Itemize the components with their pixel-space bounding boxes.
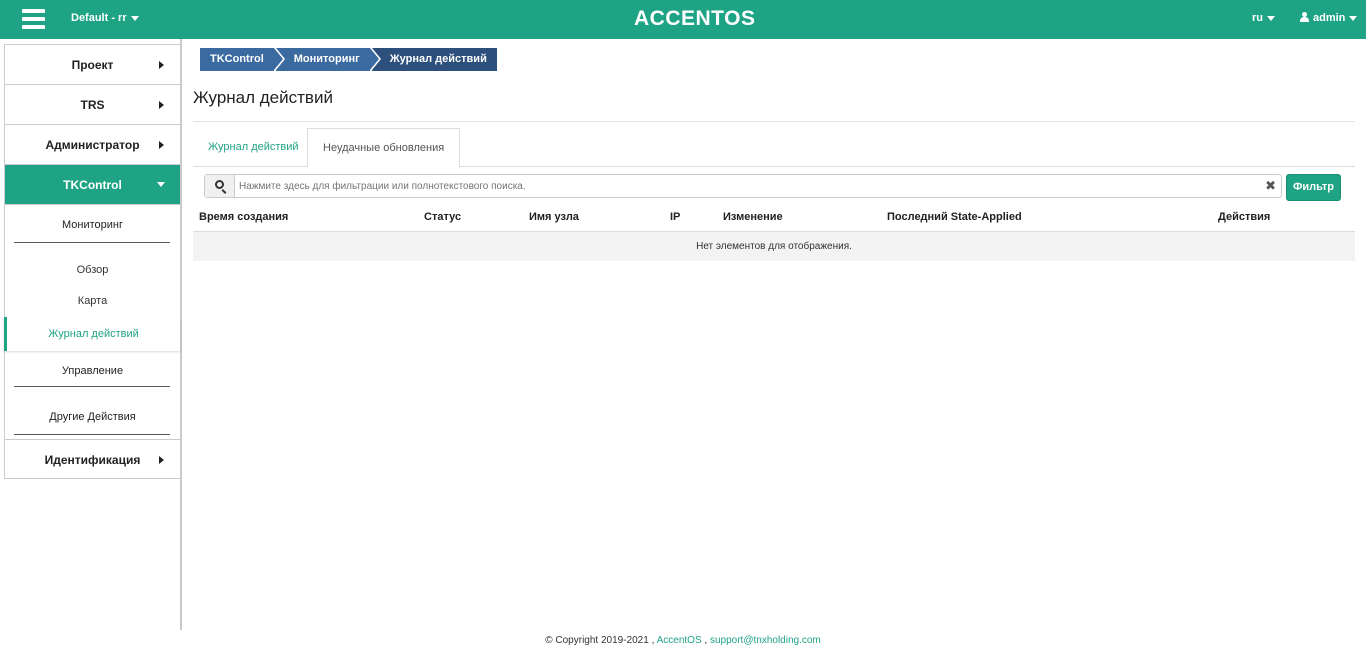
sidebar-group-management[interactable]: Управление bbox=[5, 351, 180, 389]
column-header-node-name[interactable]: Имя узла bbox=[529, 211, 579, 223]
sidebar-item-project[interactable]: Проект bbox=[5, 45, 180, 85]
sidebar-link-map[interactable]: Карта bbox=[5, 286, 180, 317]
footer-copyright: © Copyright 2019-2021 , bbox=[545, 635, 655, 646]
footer-brand-link[interactable]: AccentOS bbox=[657, 635, 702, 646]
logo: ACCENTOS bbox=[634, 7, 756, 30]
sidebar-link-action-log[interactable]: Журнал действий bbox=[4, 317, 180, 351]
search-bar: ✖ bbox=[204, 174, 1282, 198]
breadcrumb-arrow bbox=[369, 48, 379, 70]
top-navbar: Default - rr ACCENTOS ru admin bbox=[0, 0, 1366, 39]
column-header-created[interactable]: Время создания bbox=[199, 211, 288, 223]
breadcrumb-item-monitoring[interactable]: Мониторинг bbox=[275, 48, 381, 71]
breadcrumb-arrow bbox=[273, 48, 283, 70]
sidebar-item-tkcontrol[interactable]: TKControl bbox=[5, 165, 180, 205]
clear-icon[interactable]: ✖ bbox=[1265, 178, 1276, 194]
tab-failed-updates[interactable]: Неудачные обновления bbox=[307, 128, 461, 168]
chevron-right-icon bbox=[159, 61, 164, 69]
project-selector-label: Default - rr bbox=[71, 12, 127, 24]
sidebar-link-overview[interactable]: Обзор bbox=[5, 255, 180, 286]
table-empty-message: Нет элементов для отображения. bbox=[193, 232, 1355, 261]
chevron-right-icon bbox=[159, 141, 164, 149]
group-underline bbox=[14, 386, 170, 387]
sidebar-group-monitoring[interactable]: Мониторинг bbox=[5, 205, 180, 247]
sidebar-item-label: Идентификация bbox=[44, 453, 141, 467]
tab-action-log[interactable]: Журнал действий bbox=[193, 128, 314, 167]
language-selector[interactable]: ru bbox=[1252, 12, 1275, 24]
chevron-right-icon bbox=[159, 101, 164, 109]
breadcrumb-label: Журнал действий bbox=[389, 53, 487, 65]
sidebar-item-admin[interactable]: Администратор bbox=[5, 125, 180, 165]
group-underline bbox=[14, 242, 170, 243]
user-name: admin bbox=[1313, 12, 1346, 24]
sidebar-group-other[interactable]: Другие Действия bbox=[5, 389, 180, 439]
breadcrumb-item-current: Журнал действий bbox=[371, 48, 497, 71]
breadcrumb-label: TKControl bbox=[210, 53, 264, 65]
user-icon bbox=[1300, 12, 1309, 22]
sidebar-group-label: Управление bbox=[61, 365, 124, 377]
column-header-change[interactable]: Изменение bbox=[723, 211, 783, 223]
filter-button[interactable]: Фильтр bbox=[1286, 174, 1341, 201]
caret-down-icon bbox=[1267, 15, 1275, 21]
search-input[interactable] bbox=[239, 177, 1259, 195]
search-icon bbox=[215, 180, 224, 189]
language-label: ru bbox=[1252, 12, 1263, 24]
breadcrumb: TKControl Мониторинг Журнал действий bbox=[200, 48, 499, 71]
sidebar: Проект TRS Администратор TKControl Монит… bbox=[4, 44, 181, 479]
sidebar-group-label: Другие Действия bbox=[49, 411, 136, 423]
sidebar-item-trs[interactable]: TRS bbox=[5, 85, 180, 125]
sidebar-item-label: Проект bbox=[71, 58, 114, 72]
sidebar-group-label: Мониторинг bbox=[61, 219, 123, 231]
sidebar-item-label: TRS bbox=[80, 98, 105, 112]
chevron-down-icon bbox=[157, 182, 165, 187]
column-header-status[interactable]: Статус bbox=[424, 211, 461, 223]
column-header-actions: Действия bbox=[1218, 211, 1271, 223]
sidebar-item-identity[interactable]: Идентификация bbox=[5, 439, 180, 479]
hamburger-menu-icon[interactable] bbox=[22, 9, 45, 29]
project-selector[interactable]: Default - rr bbox=[71, 12, 139, 24]
table-header: Время создания Статус Имя узла IP Измене… bbox=[193, 203, 1355, 232]
sidebar-item-label: Администратор bbox=[45, 138, 140, 152]
search-button[interactable] bbox=[205, 175, 235, 197]
footer-email-link[interactable]: support@tnxholding.com bbox=[710, 635, 821, 646]
footer: © Copyright 2019-2021 , AccentOS , suppo… bbox=[0, 635, 1366, 646]
footer-separator: , bbox=[704, 635, 708, 646]
page-title: Журнал действий bbox=[193, 88, 333, 107]
caret-down-icon bbox=[1349, 15, 1358, 21]
title-divider bbox=[193, 121, 1355, 122]
sidebar-item-label: TKControl bbox=[63, 178, 122, 192]
user-menu[interactable]: admin bbox=[1300, 12, 1358, 24]
breadcrumb-label: Мониторинг bbox=[293, 53, 360, 65]
tab-bar: Журнал действий Неудачные обновления bbox=[193, 128, 1355, 168]
chevron-right-icon bbox=[159, 456, 164, 464]
breadcrumb-item-tkcontrol[interactable]: TKControl bbox=[200, 48, 285, 71]
column-header-last-state-applied[interactable]: Последний State-Applied bbox=[887, 211, 1022, 223]
column-header-ip[interactable]: IP bbox=[670, 211, 680, 223]
group-underline bbox=[14, 434, 170, 435]
caret-down-icon bbox=[130, 15, 139, 21]
